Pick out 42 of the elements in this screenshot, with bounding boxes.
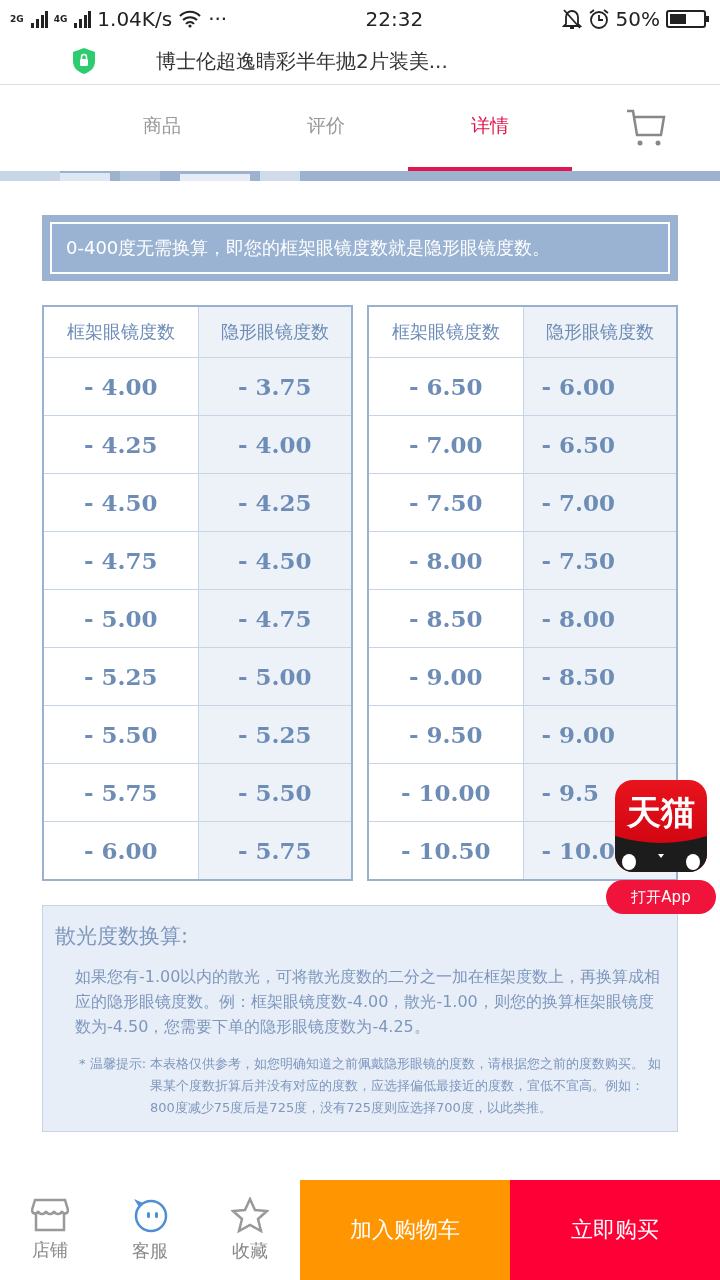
toolbar-item[interactable]: 收藏 — [200, 1180, 300, 1280]
add-to-cart-button[interactable]: 加入购物车 — [300, 1180, 510, 1280]
paragraph: 如果您有-1.00以内的散光，可将散光度数的二分之一加在框架度数上，再换算成相应的隐形眼镜度数。例：框架眼镜度数-4.00，散光-1.00，则您的换算框架眼镜度数为-4.50，您需要下单的隐形眼镜度数为-4.25。 — [74, 966, 662, 1038]
table-cell: - 3.75 — [197, 358, 351, 416]
table-cell: - 8.50 — [522, 648, 676, 706]
toolbar-label: 客服 — [132, 1239, 168, 1263]
network-speed: 1.04K/s — [97, 7, 173, 31]
tab[interactable]: 商品 — [80, 85, 244, 171]
column-header: 隐形眼镜度数 — [197, 307, 351, 358]
table-cell: - 7.00 — [522, 474, 676, 532]
table-cell: - 5.00 — [197, 648, 351, 706]
tip-label: * 温馨提示: — [79, 1055, 146, 1073]
table-cell: - 5.25 — [197, 706, 351, 764]
more-indicator: ··· — [208, 7, 228, 31]
table-cell: - 4.00 — [197, 416, 351, 474]
page-title: 博士伦超逸睛彩半年抛2片装美... — [156, 47, 448, 75]
buy-now-button[interactable]: 立即购买 — [510, 1180, 720, 1280]
table-cell: - 4.50 — [197, 532, 351, 590]
network-label: 4G — [53, 14, 68, 24]
table-cell: - 5.50 — [197, 764, 351, 822]
table-cell: - 9.00 — [522, 706, 676, 764]
section-title: 散光度数换算: — [55, 923, 190, 950]
tab[interactable]: 评价 — [244, 85, 408, 171]
app-logo[interactable]: 天猫 — [615, 780, 707, 872]
table-cell: - 5.75 — [197, 822, 351, 879]
toolbar-item[interactable]: 店铺 — [0, 1180, 100, 1280]
battery-percent: 50% — [615, 7, 660, 31]
toolbar-label: 店铺 — [32, 1238, 68, 1262]
column-header: 隐形眼镜度数 — [522, 307, 676, 358]
tip-text: 本表格仅供参考，如您明确知道之前佩戴隐形眼镜的度数，请根据您之前的度数购买。 如果某个度数折算后并没有对应的度数，应选择偏低最接近的度数，宜低不宜高。例如：800度减少75度后是725度，没有725度则应选择700度，以此类推。 — [150, 1055, 663, 1117]
toolbar-label: 收藏 — [232, 1239, 268, 1263]
table-cell: - 6.50 — [522, 416, 676, 474]
notice-text: 0-400度无需换算，即您的框架眼镜度数就是隐形眼镜度数。 — [50, 222, 670, 274]
table-cell: - 8.00 — [522, 590, 676, 648]
table-cell: - 4.75 — [197, 590, 351, 648]
clock-time: 22:32 — [365, 7, 424, 31]
table-cell: - 7.50 — [522, 532, 676, 590]
open-app-button[interactable]: 打开App — [606, 880, 716, 914]
toolbar-item[interactable]: 客服 — [100, 1180, 200, 1280]
table-cell: - 6.00 — [522, 358, 676, 416]
network-label: 2G — [10, 14, 24, 24]
table-cell: - 4.25 — [197, 474, 351, 532]
